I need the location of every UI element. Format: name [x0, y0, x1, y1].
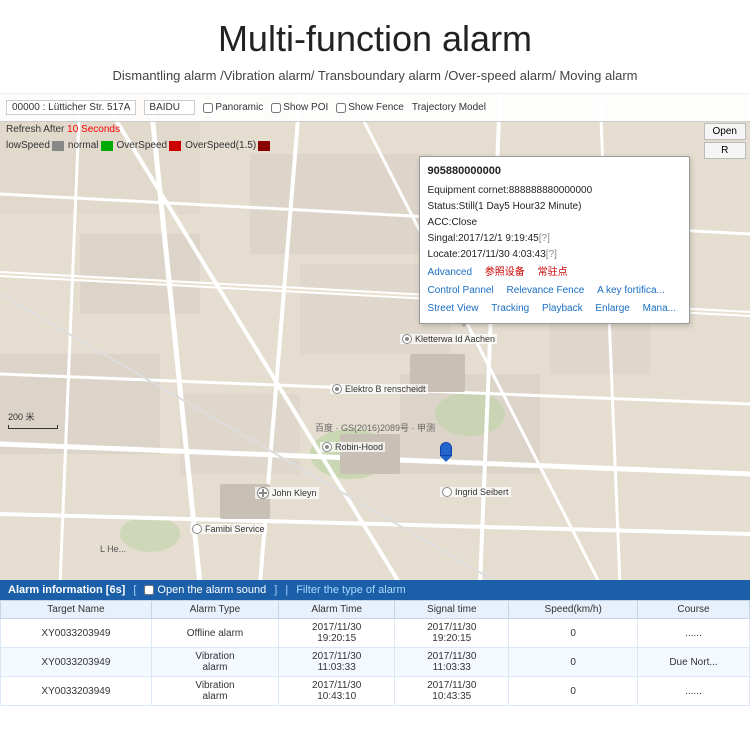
refresh-text: Refresh After 10 Seconds — [6, 124, 120, 135]
popup-signal: Singal:2017/12/1 9:19:45[?] — [428, 231, 681, 247]
speed-legend: lowSpeed normal OverSpeed OverSpeed(1.5) — [6, 140, 270, 151]
overspeed15-dot — [258, 141, 270, 151]
alarm-table-header-row: Target Name Alarm Type Alarm Time Signal… — [1, 601, 750, 619]
table-row: XY0033203949Offline alarm2017/11/30 19:2… — [1, 619, 750, 648]
alarm-title: Alarm information [6s] — [8, 584, 125, 596]
open-button[interactable]: Open — [704, 123, 746, 140]
col-alarm-time: Alarm Time — [279, 601, 395, 619]
overspeed15-legend: OverSpeed(1.5) — [185, 140, 270, 151]
alarm-section: Alarm information [6s] [ Open the alarm … — [0, 580, 750, 750]
place-robin: Robin-Hood — [320, 442, 385, 452]
map-copyright: 百度 · GS(2016)2089号 · 甲测 — [0, 421, 750, 434]
overspeed-legend: OverSpeed — [117, 140, 182, 151]
link-fortify[interactable]: A key fortifica... — [597, 285, 665, 296]
place-famibi: Famibi Service — [190, 524, 267, 534]
popup-acc: ACC:Close — [428, 215, 681, 231]
lowspeed-legend: lowSpeed — [6, 140, 64, 151]
alarm-table: Target Name Alarm Type Alarm Time Signal… — [0, 600, 750, 706]
popup-links-row2: Control Pannel Relevance Fence A key for… — [428, 283, 681, 299]
col-speed: Speed(km/h) — [509, 601, 638, 619]
overspeed-dot — [169, 141, 181, 151]
link-advanced[interactable]: Advanced — [428, 267, 472, 278]
map-type-select[interactable]: BAIDU — [144, 100, 195, 115]
popup-links-row3: Street View Tracking Playback Enlarge Ma… — [428, 301, 681, 317]
popup-status: Status:Still(1 Day5 Hour32 Minute) — [428, 199, 681, 215]
popup-links-row1: Advanced 参照设备 常驻点 — [428, 265, 681, 281]
place-john: John Kleyn — [255, 487, 319, 499]
alarm-sound-check[interactable]: Open the alarm sound — [144, 584, 266, 596]
show-fence-check[interactable]: Show Fence — [336, 102, 404, 113]
col-course: Course — [638, 601, 750, 619]
place-elektro: Elektro B renscheidt — [330, 384, 428, 394]
map-side-buttons: Open R — [704, 123, 746, 159]
popup-locate: Locate:2017/11/30 4:03:43[?] — [428, 247, 681, 263]
link-control[interactable]: Control Pannel — [428, 285, 494, 296]
alarm-header: Alarm information [6s] [ Open the alarm … — [0, 580, 750, 600]
popup-equipment: Equipment cornet:888888880000000 — [428, 183, 681, 199]
alarm-sound-label: Open the alarm sound — [157, 584, 266, 596]
link-tracking[interactable]: Tracking — [491, 303, 529, 314]
link-ref-device[interactable]: 参照设备 — [485, 267, 525, 278]
page-subtitle: Dismantling alarm /Vibration alarm/ Tran… — [10, 68, 740, 83]
device-pin[interactable] — [440, 442, 452, 460]
r-button[interactable]: R — [704, 142, 746, 159]
lowspeed-dot — [52, 141, 64, 151]
map-container[interactable]: 00000 : Lütticher Str. 517A BAIDU Panora… — [0, 94, 750, 584]
link-fence[interactable]: Relevance Fence — [506, 285, 584, 296]
table-row: XY0033203949Vibration alarm2017/11/30 10… — [1, 677, 750, 706]
panoramic-check[interactable]: Panoramic — [203, 102, 263, 113]
header: Multi-function alarm Dismantling alarm /… — [0, 0, 750, 94]
info-popup: 905880000000 Equipment cornet:8888888800… — [419, 156, 690, 324]
normal-dot — [101, 141, 113, 151]
place-kletterwa: Kletterwa Id Aachen — [400, 334, 497, 344]
link-enlarge[interactable]: Enlarge — [595, 303, 629, 314]
address-display: 00000 : Lütticher Str. 517A — [6, 100, 136, 115]
popup-device-id: 905880000000 — [428, 163, 681, 181]
link-resident[interactable]: 常驻点 — [538, 267, 568, 278]
col-signal-time: Signal time — [395, 601, 509, 619]
place-lhe: L He... — [100, 544, 126, 554]
link-manage[interactable]: Mana... — [643, 303, 676, 314]
trajectory-label: Trajectory Model — [412, 102, 486, 113]
place-ingrid: Ingrid Seibert — [440, 487, 511, 497]
show-poi-check[interactable]: Show POI — [271, 102, 328, 113]
link-playback[interactable]: Playback — [542, 303, 583, 314]
col-target: Target Name — [1, 601, 152, 619]
map-toolbar: 00000 : Lütticher Str. 517A BAIDU Panora… — [0, 94, 750, 122]
alarm-filter-link[interactable]: Filter the type of alarm — [296, 584, 405, 596]
table-row: XY0033203949Vibration alarm2017/11/30 11… — [1, 648, 750, 677]
refresh-seconds: 10 Seconds — [67, 124, 120, 135]
normal-legend: normal — [68, 140, 113, 151]
page-title: Multi-function alarm — [10, 18, 740, 60]
col-type: Alarm Type — [151, 601, 278, 619]
link-streetview[interactable]: Street View — [428, 303, 479, 314]
